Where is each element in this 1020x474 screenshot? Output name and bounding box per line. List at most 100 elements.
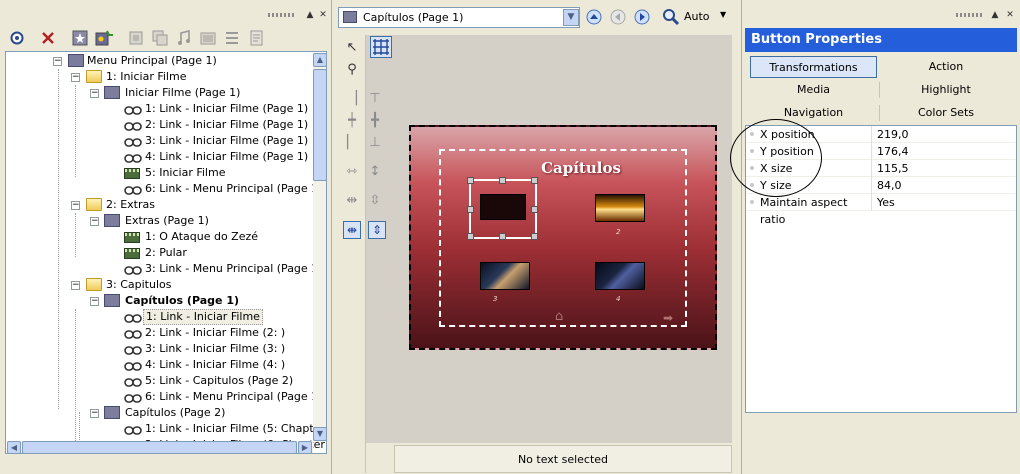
- resize-handle[interactable]: [499, 233, 506, 240]
- tab-media[interactable]: Media: [750, 79, 877, 101]
- property-value[interactable]: 176,4: [874, 143, 909, 160]
- expand-toggle[interactable]: −: [71, 201, 80, 210]
- tree-item[interactable]: 1: O Ataque do Zezé: [145, 229, 258, 245]
- tab-highlight[interactable]: Highlight: [882, 79, 1010, 101]
- tree-page-capitulos-2[interactable]: Capítulos (Page 2): [125, 405, 225, 421]
- panel-close-icon[interactable]: ✕: [1005, 10, 1015, 20]
- tree-page-iniciar[interactable]: Iniciar Filme (Page 1): [125, 85, 240, 101]
- tree-item[interactable]: 2: Pular: [145, 245, 187, 261]
- tree-item[interactable]: 2: Link - Iniciar Filme (Page 1): [145, 117, 308, 133]
- resize-handle[interactable]: [531, 177, 538, 184]
- property-value[interactable]: 84,0: [874, 177, 902, 194]
- tree-item[interactable]: 5: Link - Capitulos (Page 2): [145, 373, 293, 389]
- grid-icon[interactable]: [370, 36, 392, 58]
- tree-item[interactable]: 3: Link - Menu Principal (Page 1): [145, 261, 322, 277]
- property-value[interactable]: Yes: [874, 194, 895, 211]
- copy-page-icon[interactable]: [150, 28, 170, 48]
- new-menu-icon[interactable]: [70, 28, 90, 48]
- zoom-dropdown-icon[interactable]: ▼: [720, 10, 726, 19]
- property-grid[interactable]: X position 219,0 Y position 176,4 X size…: [730, 119, 1017, 413]
- property-value[interactable]: 115,5: [874, 160, 909, 177]
- tree-vertical-scrollbar[interactable]: ▲ ▼: [313, 53, 326, 442]
- expand-toggle[interactable]: −: [71, 73, 80, 82]
- next-page-button-icon[interactable]: ➡: [663, 311, 673, 325]
- resize-handle[interactable]: [467, 177, 474, 184]
- settings-target-icon[interactable]: [7, 28, 27, 48]
- tree-item[interactable]: 3: Link - Iniciar Filme (3: ): [145, 341, 285, 357]
- tree-item-root[interactable]: Menu Principal (Page 1): [87, 53, 217, 69]
- same-width-icon[interactable]: ⇿: [343, 163, 361, 181]
- selected-button-frame[interactable]: [467, 177, 538, 240]
- tree-item[interactable]: 1: Link - Iniciar Filme (5: Chapter): [145, 421, 326, 437]
- center-vertical-icon[interactable]: ⇕: [368, 221, 386, 239]
- center-horizontal-icon[interactable]: ⇼: [343, 221, 361, 239]
- zoom-value[interactable]: Auto: [684, 10, 710, 23]
- hscroll-thumb[interactable]: [22, 441, 297, 453]
- page-selector[interactable]: Capítulos (Page 1) ▼: [338, 7, 580, 28]
- panel-close-icon[interactable]: ✕: [318, 10, 328, 20]
- align-right-icon[interactable]: ▏: [343, 134, 361, 152]
- tree-item[interactable]: 6: Link - Menu Principal (Page 1): [145, 181, 322, 197]
- tree-item[interactable]: 1: Link - Iniciar Filme (Page 1): [145, 101, 308, 117]
- align-center-h-icon[interactable]: ┿: [343, 112, 361, 130]
- list-icon[interactable]: [222, 28, 242, 48]
- tree-item-selected[interactable]: 1: Link - Iniciar Filme: [143, 309, 263, 325]
- expand-toggle[interactable]: −: [53, 57, 62, 66]
- tree-folder-3[interactable]: 3: Capitulos: [106, 277, 171, 293]
- expand-toggle[interactable]: −: [71, 281, 80, 290]
- align-bottom-icon[interactable]: ⊥: [366, 134, 384, 152]
- tree-item[interactable]: 3: Link - Iniciar Filme (Page 1): [145, 133, 308, 149]
- align-center-v-icon[interactable]: ╋: [366, 112, 384, 130]
- property-value[interactable]: 219,0: [874, 126, 909, 143]
- resize-handle[interactable]: [499, 177, 506, 184]
- resize-handle[interactable]: [467, 206, 474, 213]
- music-icon[interactable]: [174, 28, 194, 48]
- scroll-right-icon[interactable]: ▶: [298, 441, 312, 453]
- tree-page-capitulos-1[interactable]: Capítulos (Page 1): [125, 293, 239, 309]
- zoom-icon[interactable]: [662, 8, 680, 29]
- tab-color-sets[interactable]: Color Sets: [882, 102, 1010, 124]
- button-thumbnail[interactable]: [480, 262, 530, 290]
- slideshow-icon[interactable]: [198, 28, 218, 48]
- tree-item[interactable]: 4: Link - Iniciar Filme (4: ): [145, 357, 285, 373]
- scroll-left-icon[interactable]: ◀: [7, 441, 21, 453]
- tree-folder-1[interactable]: 1: Iniciar Filme: [106, 69, 186, 85]
- expand-toggle[interactable]: −: [90, 89, 99, 98]
- delete-icon[interactable]: [38, 28, 58, 48]
- tree-item[interactable]: 4: Link - Iniciar Filme (Page 1): [145, 149, 308, 165]
- home-button-icon[interactable]: ⌂: [555, 309, 563, 324]
- scroll-thumb[interactable]: [313, 69, 326, 181]
- tree-horizontal-scrollbar[interactable]: ◀ ▶: [7, 441, 313, 453]
- panel-collapse-icon[interactable]: ▲: [990, 10, 1000, 20]
- tree-folder-2[interactable]: 2: Extras: [106, 197, 155, 213]
- tree-item[interactable]: 2: Link - Iniciar Filme (2: ): [145, 325, 285, 341]
- nav-previous-icon[interactable]: [610, 9, 626, 28]
- align-top-icon[interactable]: ⊤: [366, 90, 384, 108]
- tree-item[interactable]: 6: Link - Menu Principal (Page 1): [145, 389, 322, 405]
- tree-page-extras[interactable]: Extras (Page 1): [125, 213, 209, 229]
- chevron-down-icon[interactable]: ▼: [563, 9, 579, 26]
- align-left-icon[interactable]: ▕: [343, 90, 361, 108]
- button-thumbnail[interactable]: [595, 262, 645, 290]
- resize-handle[interactable]: [531, 206, 538, 213]
- nav-up-icon[interactable]: [586, 9, 602, 28]
- expand-toggle[interactable]: −: [90, 297, 99, 306]
- nav-next-icon[interactable]: [634, 9, 650, 28]
- resize-handle[interactable]: [467, 233, 474, 240]
- menu-canvas[interactable]: Capítulos 2 3 4 ⌂ ➡: [409, 125, 717, 350]
- same-height-icon[interactable]: ↕: [366, 163, 384, 181]
- tab-action[interactable]: Action: [882, 56, 1010, 78]
- space-vertical-icon[interactable]: ⇳: [366, 192, 384, 210]
- panel-collapse-icon[interactable]: ▲: [305, 10, 315, 20]
- menu-tree[interactable]: − Menu Principal (Page 1) − 1: Iniciar F…: [5, 51, 327, 454]
- text-tool-icon[interactable]: ⚲: [343, 61, 361, 79]
- panel-grip[interactable]: [268, 13, 296, 17]
- add-page-icon[interactable]: [126, 28, 146, 48]
- tree-item[interactable]: 5: Iniciar Filme: [145, 165, 225, 181]
- scroll-down-icon[interactable]: ▼: [313, 427, 326, 441]
- document-icon[interactable]: [246, 28, 266, 48]
- button-thumbnail[interactable]: [595, 194, 645, 222]
- select-arrow-icon[interactable]: ↖: [343, 39, 361, 57]
- property-row[interactable]: Maintain aspect ratio Yes: [746, 194, 1016, 226]
- add-submenu-icon[interactable]: [94, 28, 114, 48]
